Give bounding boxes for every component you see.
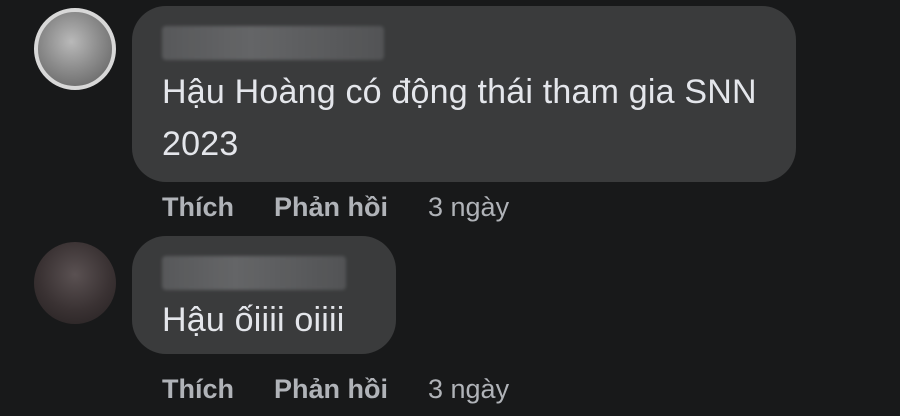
avatar[interactable]	[34, 242, 116, 324]
comment-actions: Thích Phản hồi 3 ngày	[162, 372, 509, 406]
like-button[interactable]: Thích	[162, 374, 234, 405]
comment-thread: Hậu Hoàng có động thái tham gia SNN 2023…	[0, 0, 900, 416]
comment-text: Hậu Hoàng có động thái tham gia SNN 2023	[162, 73, 757, 163]
avatar[interactable]	[34, 8, 116, 90]
timestamp[interactable]: 3 ngày	[428, 192, 509, 223]
timestamp[interactable]: 3 ngày	[428, 374, 509, 405]
author-name-blurred[interactable]	[162, 26, 384, 60]
comment-actions: Thích Phản hồi 3 ngày	[162, 190, 509, 224]
reply-button[interactable]: Phản hồi	[274, 192, 388, 223]
comment-text: Hậu ốiiii oiiii	[162, 301, 345, 339]
reply-button[interactable]: Phản hồi	[274, 374, 388, 405]
author-name-blurred[interactable]	[162, 256, 346, 290]
comment-bubble: Hậu Hoàng có động thái tham gia SNN 2023	[132, 6, 796, 182]
comment-bubble: Hậu ốiiii oiiii	[132, 236, 396, 354]
like-button[interactable]: Thích	[162, 192, 234, 223]
